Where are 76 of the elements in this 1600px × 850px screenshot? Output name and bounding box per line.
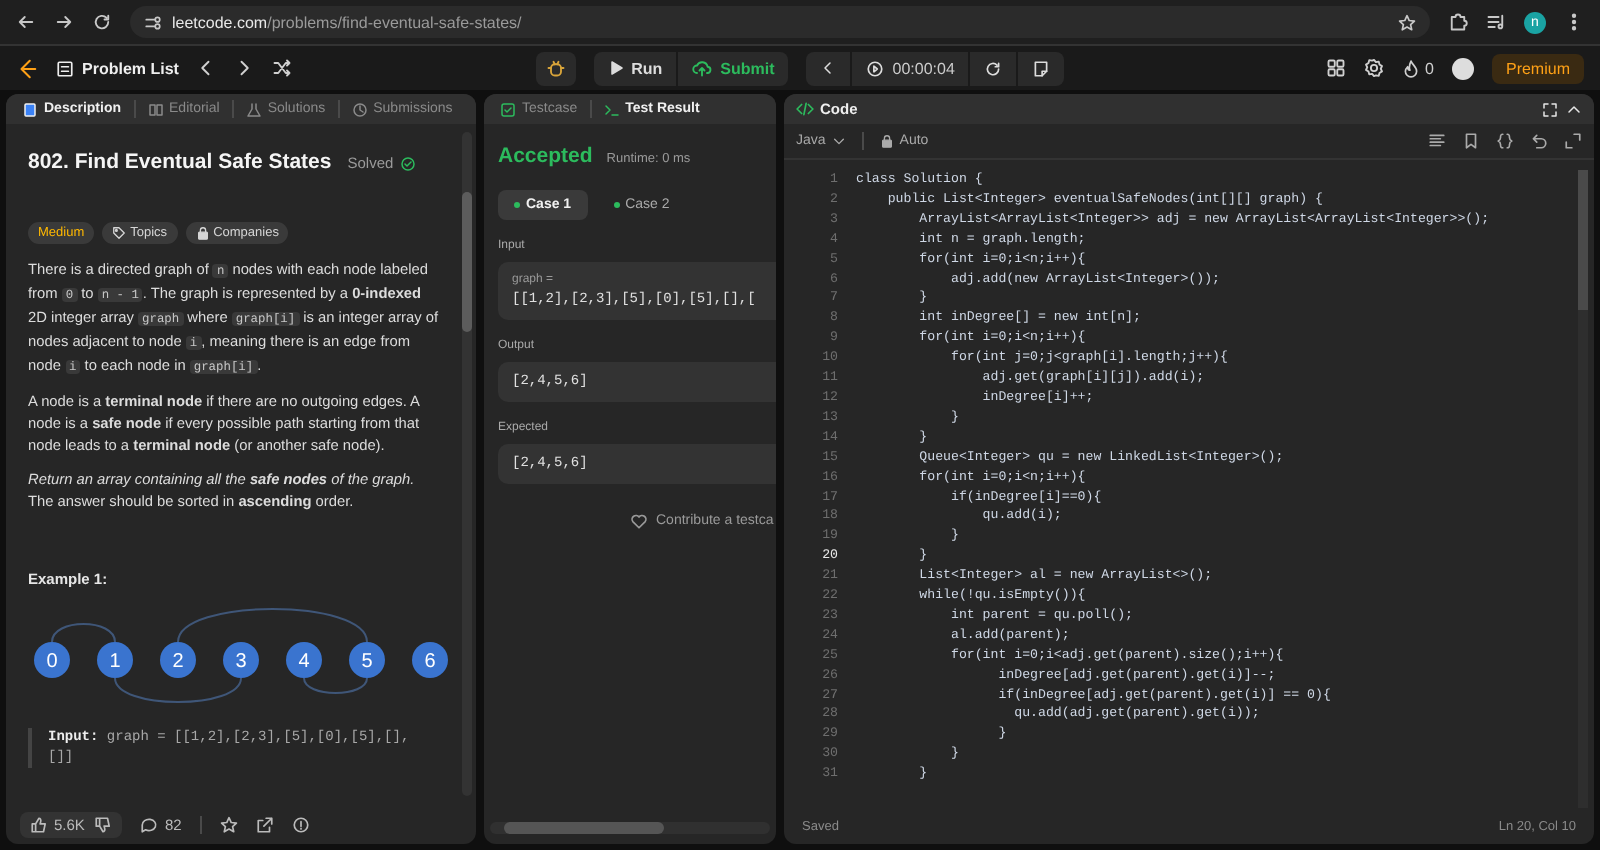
media-icon[interactable] [1486, 12, 1506, 32]
book-icon [147, 101, 164, 117]
forward-arrow-icon[interactable] [54, 12, 74, 32]
format-icon[interactable] [1428, 132, 1446, 150]
code-icon [796, 100, 814, 118]
run-button[interactable]: Run [593, 51, 677, 85]
address-bar[interactable]: leetcode.com/problems/find-eventual-safe-states/ [130, 6, 1430, 38]
problem-list-button[interactable]: Problem List [56, 59, 179, 77]
scrollbar[interactable] [1578, 170, 1588, 808]
user-avatar[interactable] [1451, 57, 1474, 79]
star-icon[interactable] [219, 815, 238, 833]
graph-node: 2 [160, 642, 196, 678]
graph-node: 1 [97, 642, 133, 678]
refresh-icon [984, 59, 1003, 77]
back-arrow-icon[interactable] [16, 12, 36, 32]
lock-icon [195, 226, 210, 240]
logo-icon[interactable] [16, 57, 38, 79]
url-domain: leetcode.com [172, 13, 268, 31]
list-icon [56, 59, 74, 77]
layout-grid-icon[interactable] [1325, 58, 1346, 78]
cloud-upload-icon [692, 58, 713, 78]
verdict: Accepted [498, 144, 593, 168]
flask-icon [245, 101, 262, 117]
timer[interactable]: 00:00:04 [852, 51, 969, 85]
reset-timer-button[interactable] [970, 51, 1017, 85]
url-path: /problems/find-eventual-safe-states/ [267, 13, 522, 31]
extension-icon[interactable] [1448, 12, 1468, 32]
dislike-button[interactable] [94, 815, 113, 833]
shuffle-icon[interactable] [272, 58, 293, 78]
graph-edge [51, 623, 116, 643]
reload-icon[interactable] [92, 12, 112, 32]
braces-icon[interactable] [1496, 132, 1514, 150]
comment-icon [140, 815, 159, 833]
undo-icon[interactable] [1530, 132, 1548, 150]
debug-button[interactable] [535, 51, 576, 85]
info-icon[interactable] [291, 815, 310, 833]
expand-icon[interactable] [1564, 132, 1582, 150]
play-circle-icon [866, 59, 885, 77]
tag-icon [112, 226, 127, 240]
chevron-up-icon[interactable] [1566, 101, 1582, 117]
thumbs-up-icon [30, 815, 48, 833]
heart-icon [630, 512, 648, 530]
bug-icon [545, 58, 566, 78]
star-icon[interactable] [1398, 13, 1416, 31]
graph-node: 0 [34, 642, 70, 678]
bookmark-icon[interactable] [1462, 132, 1480, 150]
graph-node: 3 [223, 642, 259, 678]
notes-button[interactable] [1018, 51, 1065, 85]
streak-counter[interactable]: 0 [1401, 59, 1434, 77]
document-icon [22, 101, 38, 117]
submit-button[interactable]: Submit [678, 51, 789, 85]
problem-title: 802. Find Eventual Safe States [28, 150, 332, 174]
lock-icon [879, 134, 894, 148]
graph-node: 5 [349, 642, 385, 678]
site-settings-icon[interactable] [144, 13, 162, 31]
thumbs-down-icon [94, 815, 113, 833]
terminal-icon [603, 101, 620, 117]
settings-icon[interactable] [1363, 58, 1384, 78]
play-icon [607, 60, 624, 76]
share-icon[interactable] [255, 815, 274, 833]
graph-node: 4 [286, 642, 322, 678]
collapse-timer-button[interactable] [806, 51, 851, 85]
flame-icon [1401, 59, 1420, 77]
chevron-left-icon [820, 60, 837, 76]
maximize-icon[interactable] [1542, 101, 1558, 117]
checkbox-icon [500, 101, 516, 117]
clock-icon [351, 101, 368, 117]
graph-node: 6 [412, 642, 448, 678]
scrollbar[interactable] [490, 822, 770, 834]
premium-button[interactable]: Premium [1491, 53, 1584, 83]
graph-edge [303, 677, 368, 694]
check-circle-icon [399, 155, 416, 171]
graph-edge [114, 677, 242, 703]
chevron-down-icon [831, 134, 846, 148]
note-icon [1032, 59, 1051, 77]
scrollbar[interactable] [462, 132, 472, 796]
